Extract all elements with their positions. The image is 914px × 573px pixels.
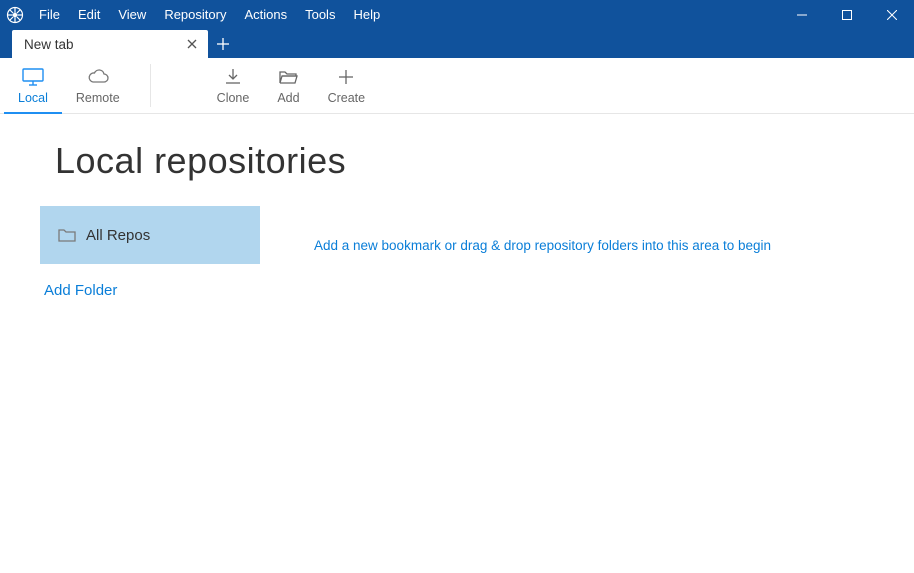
repo-sidebar: All Repos Add Folder [40,206,260,299]
sidebar-item-all-repos[interactable]: All Repos [40,206,260,264]
toolbar-local-label: Local [18,91,48,105]
toolbar-local-button[interactable]: Local [4,58,62,113]
plus-icon [338,67,354,87]
close-button[interactable] [869,0,914,30]
window-controls [779,0,914,30]
minimize-button[interactable] [779,0,824,30]
toolbar-separator [150,64,151,107]
menu-file[interactable]: File [30,0,69,30]
repo-drop-area[interactable]: Add a new bookmark or drag & drop reposi… [260,206,874,299]
page-title: Local repositories [55,140,874,182]
download-icon [224,67,242,87]
menu-repository[interactable]: Repository [155,0,235,30]
toolbar-create-button[interactable]: Create [314,58,380,113]
cloud-icon [87,67,109,87]
toolbar-remote-button[interactable]: Remote [62,58,134,113]
tab-close-icon[interactable] [184,36,200,53]
toolbar-create-label: Create [328,91,366,105]
toolbar-remote-label: Remote [76,91,120,105]
menubar: File Edit View Repository Actions Tools … [0,0,914,30]
folder-icon [58,228,76,242]
add-folder-link[interactable]: Add Folder [40,264,260,299]
tab-new[interactable]: New tab [12,30,208,58]
menu-help[interactable]: Help [344,0,389,30]
menu-edit[interactable]: Edit [69,0,109,30]
tab-strip: New tab [0,30,914,58]
app-logo-icon [0,0,30,30]
monitor-icon [22,67,44,87]
new-tab-button[interactable] [208,30,238,58]
toolbar-add-button[interactable]: Add [263,58,313,113]
folder-open-icon [278,67,298,87]
tab-title: New tab [24,37,184,52]
sidebar-item-label: All Repos [86,227,150,244]
toolbar-add-label: Add [277,91,299,105]
toolbar-clone-button[interactable]: Clone [203,58,264,113]
toolbar: Local Remote Clone [0,58,914,114]
main-content: Local repositories All Repos Add Folder … [0,114,914,299]
menu-tools[interactable]: Tools [296,0,344,30]
maximize-button[interactable] [824,0,869,30]
toolbar-clone-label: Clone [217,91,250,105]
drop-hint-text: Add a new bookmark or drag & drop reposi… [314,238,874,253]
menu-items: File Edit View Repository Actions Tools … [30,0,389,30]
menu-view[interactable]: View [109,0,155,30]
menu-actions[interactable]: Actions [235,0,296,30]
